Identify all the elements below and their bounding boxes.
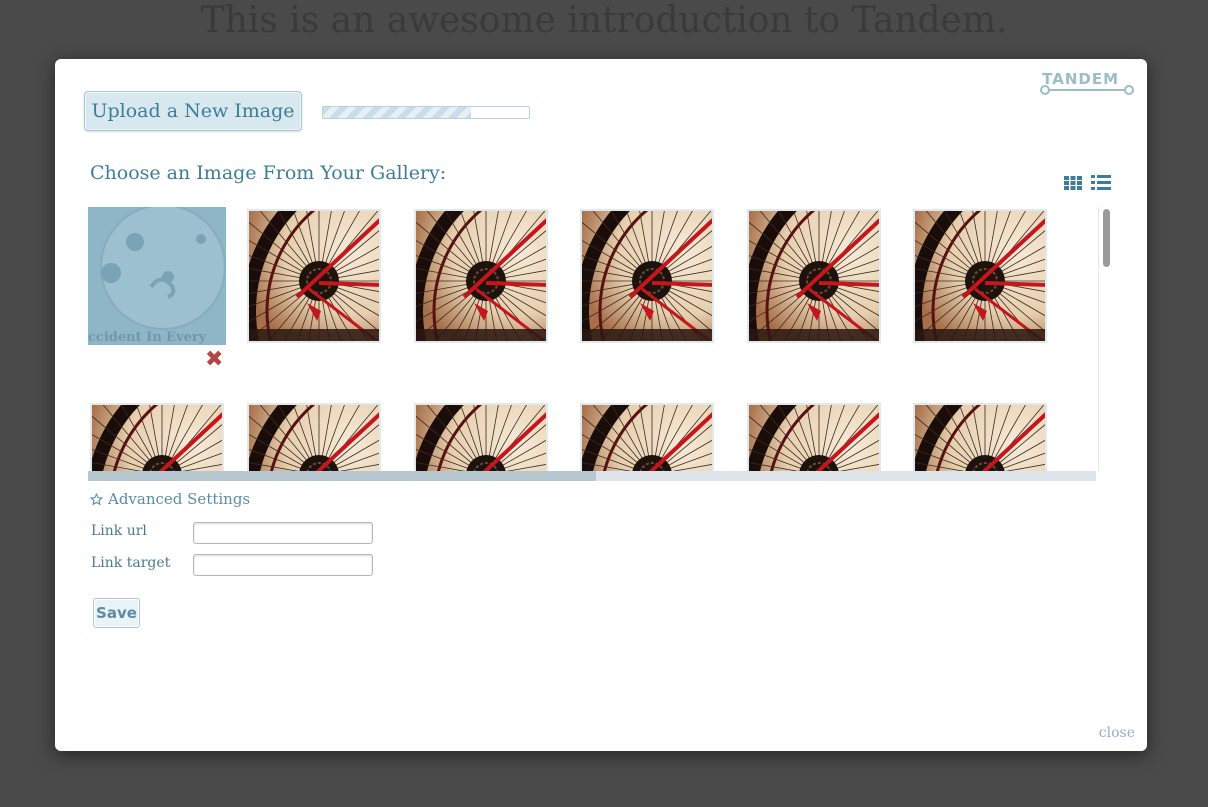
gallery-horizontal-scroll-thumb[interactable] xyxy=(88,471,596,481)
gallery-thumbnail[interactable] xyxy=(90,403,224,471)
link-target-label: Link target xyxy=(91,555,171,571)
save-button[interactable]: Save xyxy=(93,598,140,628)
advanced-settings-label: Advanced Settings xyxy=(108,490,251,508)
gallery-thumbnail[interactable] xyxy=(414,403,548,471)
gallery-vertical-scrollbar[interactable] xyxy=(1098,207,1113,471)
gallery-thumbnail[interactable] xyxy=(247,403,381,471)
gallery-horizontal-scrollbar[interactable] xyxy=(88,471,1096,481)
gallery-thumbnail[interactable] xyxy=(747,209,881,343)
image-gallery[interactable]: ✖ ccident In Every xyxy=(88,207,1098,471)
gallery-thumbnail[interactable] xyxy=(414,209,548,343)
tandem-logo: TANDEM xyxy=(1040,70,1134,96)
star-outline-icon xyxy=(90,492,103,505)
logo-text: TANDEM xyxy=(1042,70,1119,88)
upload-progress-bar xyxy=(322,106,530,119)
selected-image-caption: ccident In Every xyxy=(88,330,207,345)
upload-image-button[interactable]: Upload a New Image xyxy=(84,91,302,131)
link-target-input[interactable] xyxy=(193,554,373,576)
gallery-thumbnail[interactable] xyxy=(580,403,714,471)
logo-dot-right xyxy=(1124,85,1134,95)
gallery-thumbnail-selected[interactable]: ccident In Every xyxy=(88,207,226,345)
gallery-vertical-scroll-thumb[interactable] xyxy=(1103,209,1110,267)
background-page-title: This is an awesome introduction to Tande… xyxy=(200,0,1008,41)
list-view-icon[interactable] xyxy=(1091,175,1111,190)
gallery-thumbnail[interactable] xyxy=(913,209,1047,343)
logo-line xyxy=(1044,89,1130,91)
close-x-icon[interactable]: ✖ xyxy=(205,349,223,371)
grid-view-icon[interactable] xyxy=(1064,176,1082,190)
image-picker-modal: TANDEM Upload a New Image Choose an Imag… xyxy=(55,59,1147,751)
gallery-thumbnail[interactable] xyxy=(580,209,714,343)
gallery-heading: Choose an Image From Your Gallery: xyxy=(90,162,447,184)
upload-progress-fill xyxy=(323,107,472,118)
advanced-settings-toggle[interactable]: Advanced Settings xyxy=(90,490,250,508)
gallery-thumbnail[interactable] xyxy=(913,403,1047,471)
link-url-label: Link url xyxy=(91,523,147,539)
close-link[interactable]: close xyxy=(1099,725,1135,741)
logo-dot-left xyxy=(1040,85,1050,95)
gallery-thumbnail[interactable] xyxy=(247,209,381,343)
gallery-thumbnail[interactable] xyxy=(747,403,881,471)
link-url-input[interactable] xyxy=(193,522,373,544)
